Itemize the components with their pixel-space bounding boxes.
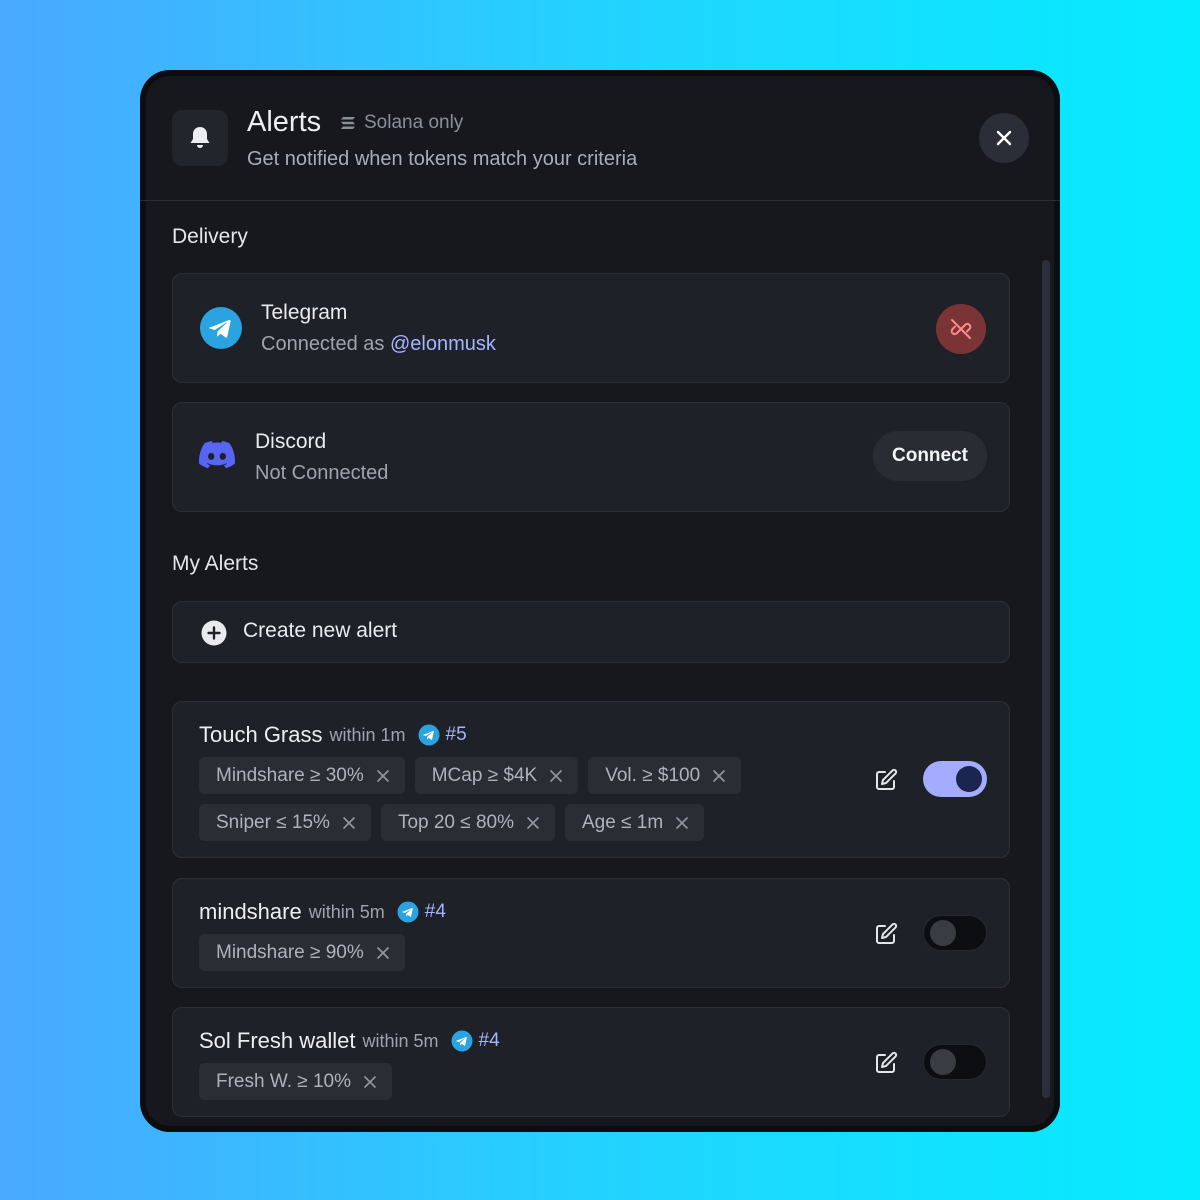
alert-header: mindshare within 5m #4 [199, 899, 446, 925]
filter-label: Mindshare ≥ 90% [216, 941, 364, 963]
delivery-section-label: Delivery [172, 225, 248, 248]
alert-card: Sol Fresh wallet within 5m #4 Fresh W. ≥… [172, 1007, 1010, 1117]
edit-alert-button[interactable] [873, 1050, 899, 1076]
chain-tag: Solana only [340, 112, 463, 134]
disconnect-telegram-button[interactable] [936, 304, 986, 354]
modal-title: Alerts [247, 106, 322, 138]
scrollbar[interactable] [1042, 260, 1050, 1098]
edit-alert-button[interactable] [873, 921, 899, 947]
telegram-icon [199, 306, 243, 355]
alert-number: #5 [445, 724, 467, 745]
alert-name: Sol Fresh wallet [199, 1028, 356, 1053]
filter-chip: Mindshare ≥ 30% [199, 757, 405, 794]
alert-card: Touch Grass within 1m #5 Mindshare ≥ 30%… [172, 701, 1010, 858]
telegram-handle[interactable]: @elonmusk [390, 333, 496, 355]
filter-chip: MCap ≥ $4K [414, 757, 579, 794]
filter-label: Sniper ≤ 15% [216, 811, 330, 833]
close-icon [996, 130, 1012, 146]
plus-circle-icon [201, 620, 227, 646]
alert-name: mindshare [199, 899, 302, 924]
discord-icon [199, 441, 235, 474]
remove-filter-icon[interactable] [549, 769, 563, 783]
filter-label: Mindshare ≥ 30% [216, 764, 364, 786]
alert-filters: Mindshare ≥ 30% MCap ≥ $4K Vol. ≥ $100 S… [199, 757, 819, 841]
filter-label: MCap ≥ $4K [431, 764, 538, 786]
alert-card: mindshare within 5m #4 Mindshare ≥ 90% [172, 878, 1010, 988]
toggle-knob [930, 1049, 956, 1075]
filter-chip: Vol. ≥ $100 [588, 757, 742, 794]
remove-filter-icon[interactable] [376, 946, 390, 960]
filter-chip: Age ≤ 1m [565, 804, 705, 841]
alert-filters: Mindshare ≥ 90% [199, 934, 819, 971]
discord-status: Not Connected [255, 462, 389, 484]
modal-header: Alerts Solana only Get notified when tok… [140, 70, 1060, 201]
telegram-name: Telegram [261, 301, 348, 324]
filter-label: Vol. ≥ $100 [605, 764, 701, 786]
alert-window: within 1m [329, 724, 406, 745]
toggle-knob [956, 766, 982, 792]
discord-delivery-card: Discord Not Connected Connect [172, 402, 1010, 512]
modal-subtitle: Get notified when tokens match your crit… [247, 148, 638, 170]
remove-filter-icon[interactable] [712, 769, 726, 783]
alert-filters: Fresh W. ≥ 10% [199, 1063, 819, 1100]
my-alerts-section-label: My Alerts [172, 552, 259, 575]
toggle-knob [930, 920, 956, 946]
create-alert-label: Create new alert [243, 619, 398, 642]
alert-number: #4 [424, 901, 446, 922]
telegram-icon [451, 1030, 473, 1052]
unlink-icon [950, 319, 972, 339]
discord-name: Discord [255, 430, 327, 453]
filter-chip: Sniper ≤ 15% [199, 804, 371, 841]
alert-header: Touch Grass within 1m #5 [199, 722, 467, 748]
alert-enabled-toggle[interactable] [923, 761, 987, 797]
remove-filter-icon[interactable] [342, 816, 356, 830]
edit-icon [876, 1051, 898, 1073]
telegram-status: Connected as @elonmusk [261, 333, 496, 356]
remove-filter-icon[interactable] [675, 816, 689, 830]
filter-chip: Mindshare ≥ 90% [199, 934, 405, 971]
close-button[interactable] [979, 113, 1029, 163]
remove-filter-icon[interactable] [526, 816, 540, 830]
alert-number: #4 [478, 1030, 500, 1051]
telegram-icon [418, 724, 440, 746]
edit-alert-button[interactable] [873, 767, 899, 793]
alert-enabled-toggle[interactable] [923, 1044, 987, 1080]
alert-window: within 5m [362, 1030, 439, 1051]
telegram-status-prefix: Connected as [261, 333, 385, 355]
alert-window: within 5m [308, 901, 385, 922]
alert-header: Sol Fresh wallet within 5m #4 [199, 1028, 500, 1054]
telegram-delivery-card: Telegram Connected as @elonmusk [172, 273, 1010, 383]
create-alert-button[interactable]: Create new alert [172, 601, 1010, 663]
edit-icon [876, 922, 898, 944]
remove-filter-icon[interactable] [363, 1075, 377, 1089]
filter-chip: Top 20 ≤ 80% [380, 804, 555, 841]
telegram-icon [397, 901, 419, 923]
alert-name: Touch Grass [199, 722, 323, 747]
alert-enabled-toggle[interactable] [923, 915, 987, 951]
edit-icon [876, 768, 898, 790]
bell-icon [172, 110, 228, 166]
remove-filter-icon[interactable] [376, 769, 390, 783]
alerts-modal: Alerts Solana only Get notified when tok… [140, 70, 1060, 1132]
chain-tag-label: Solana only [364, 112, 464, 133]
filter-label: Top 20 ≤ 80% [397, 811, 514, 833]
filter-chip: Fresh W. ≥ 10% [199, 1063, 393, 1100]
filter-label: Fresh W. ≥ 10% [216, 1070, 352, 1092]
connect-discord-button[interactable]: Connect [873, 431, 987, 481]
filter-label: Age ≤ 1m [582, 811, 664, 833]
solana-icon [341, 117, 355, 129]
